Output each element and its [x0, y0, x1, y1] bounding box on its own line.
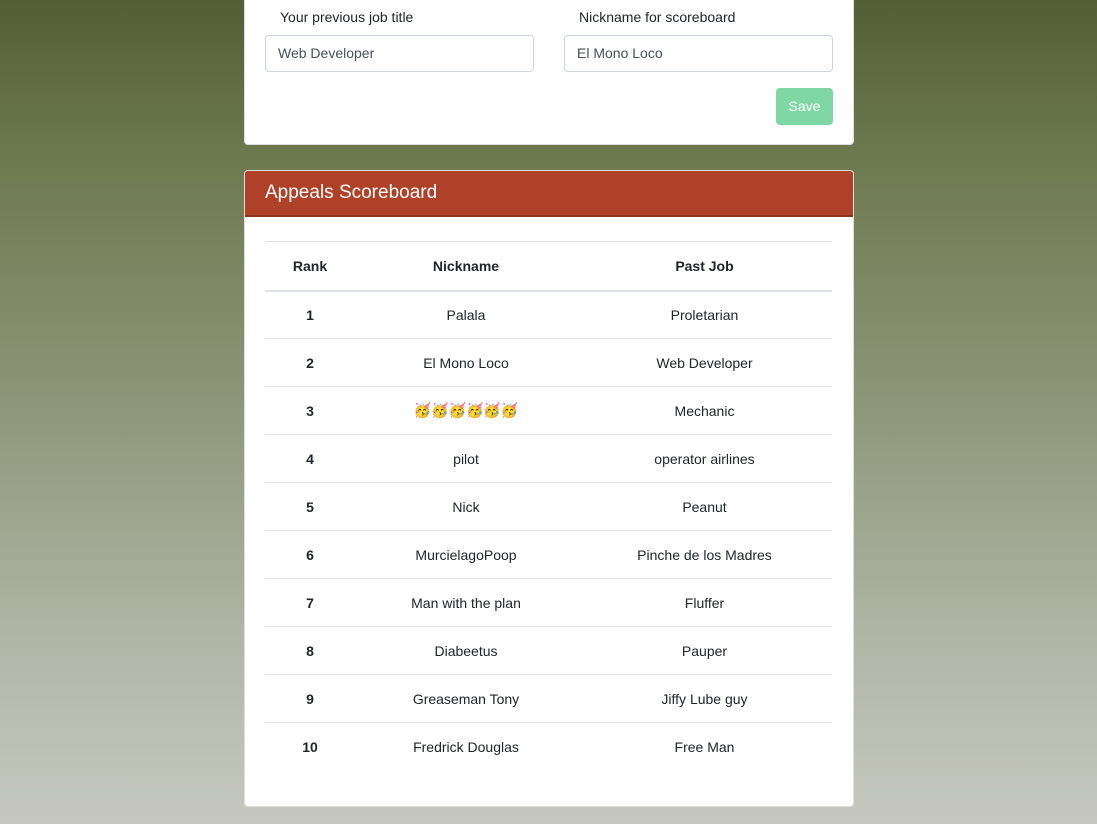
rank-cell: 2: [265, 338, 355, 387]
table-row: 1 Palala Proletarian: [265, 291, 832, 339]
table-header-row: Rank Nickname Past Job: [265, 241, 832, 292]
past-job-cell: operator airlines: [577, 434, 832, 483]
nickname-cell: 🥳🥳🥳🥳🥳🥳: [355, 386, 577, 435]
table-row: 8 Diabeetus Pauper: [265, 626, 832, 675]
column-header-rank: Rank: [265, 241, 355, 292]
job-title-label: Your previous job title: [280, 9, 414, 25]
column-header-nickname: Nickname: [355, 241, 577, 292]
nickname-cell: Palala: [446, 306, 486, 323]
rank-cell: 4: [265, 434, 355, 483]
scoreboard-title: Appeals Scoreboard: [245, 171, 853, 217]
nickname-input[interactable]: El Mono Loco: [564, 35, 833, 72]
past-job-cell: Pauper: [577, 626, 832, 675]
table-row: 4 pilot operator airlines: [265, 434, 832, 483]
past-job-cell: Fluffer: [577, 578, 832, 627]
rank-cell: 6: [265, 530, 355, 579]
rank-cell: 1: [306, 306, 314, 323]
nickname-cell: Greaseman Tony: [355, 674, 577, 723]
rank-cell: 9: [265, 674, 355, 723]
table-row: 5 Nick Peanut: [265, 482, 832, 531]
column-header-past-job: Past Job: [577, 241, 832, 292]
scoreboard-table: Rank Nickname Past Job 1 Palala Proletar…: [265, 241, 832, 771]
past-job-cell: Free Man: [577, 722, 832, 771]
scoreboard-rows: 1 Palala Proletarian 2 El Mono Loco Web …: [265, 291, 832, 771]
rank-cell: 10: [265, 722, 355, 771]
nickname-cell: pilot: [355, 434, 577, 483]
profile-form-card: Your previous job title Web Developer Ni…: [244, 0, 854, 145]
scoreboard-card: Appeals Scoreboard Rank Nickname Past Jo…: [244, 170, 854, 807]
past-job-cell: Web Developer: [577, 338, 832, 387]
table-row: 9 Greaseman Tony Jiffy Lube guy: [265, 674, 832, 723]
past-job-cell: Proletarian: [670, 306, 739, 323]
table-row: 10 Fredrick Douglas Free Man: [265, 722, 832, 771]
table-row: 7 Man with the plan Fluffer: [265, 578, 832, 627]
past-job-cell: Mechanic: [577, 386, 832, 435]
nickname-cell: Fredrick Douglas: [355, 722, 577, 771]
rank-cell: 5: [265, 482, 355, 531]
rank-cell: 8: [265, 626, 355, 675]
table-row: 2 El Mono Loco Web Developer: [265, 338, 832, 387]
past-job-cell: Jiffy Lube guy: [577, 674, 832, 723]
nickname-cell: MurcielagoPoop: [355, 530, 577, 579]
save-button[interactable]: Save: [776, 88, 833, 125]
table-row: 3 🥳🥳🥳🥳🥳🥳 Mechanic: [265, 386, 832, 435]
rank-cell: 3: [265, 386, 355, 435]
table-row: 6 MurcielagoPoop Pinche de los Madres: [265, 530, 832, 579]
nickname-cell: El Mono Loco: [355, 338, 577, 387]
rank-cell: 7: [265, 578, 355, 627]
nickname-cell: Nick: [355, 482, 577, 531]
past-job-cell: Peanut: [577, 482, 832, 531]
nickname-cell: Diabeetus: [355, 626, 577, 675]
past-job-cell: Pinche de los Madres: [577, 530, 832, 579]
nickname-cell: Man with the plan: [355, 578, 577, 627]
nickname-label: Nickname for scoreboard: [579, 9, 736, 25]
job-title-input[interactable]: Web Developer: [265, 35, 534, 72]
